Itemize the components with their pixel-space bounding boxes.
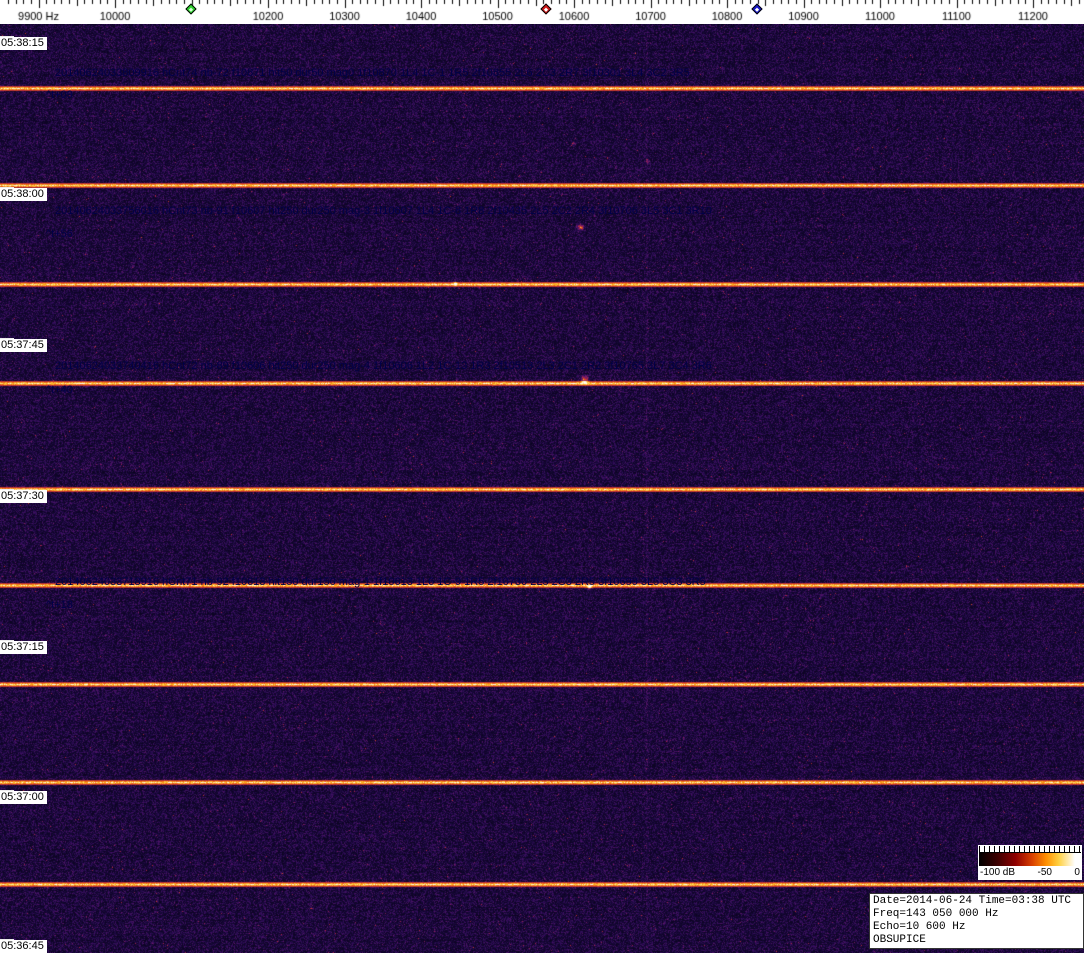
legend-mid-label: -50 xyxy=(1037,867,1052,878)
time-label: 05:37:45 xyxy=(0,339,47,352)
green-marker-center xyxy=(188,6,193,12)
legend-gradient-bar xyxy=(979,853,1081,866)
detection-text: 20140624033756016 hCnt73 nb-91 f10607 hi… xyxy=(55,205,712,217)
info-station-line: OBSUPICE xyxy=(873,934,926,946)
legend-tick-ruler xyxy=(979,846,1081,853)
detection-time-tag: ^t+09 xyxy=(46,89,73,101)
red-marker-center xyxy=(544,6,549,12)
detection-text: 20140624033740416 hCnt72 nb-89 f10606 hi… xyxy=(55,360,712,372)
detection-time-tag: ^t+40 xyxy=(46,384,73,396)
time-label: 05:36:45 xyxy=(0,940,47,953)
time-label: 05:38:15 xyxy=(0,37,47,50)
time-label: 05:37:15 xyxy=(0,641,47,654)
waterfall-spectrogram xyxy=(0,24,1084,953)
time-label: 05:37:00 xyxy=(0,791,47,804)
info-freq-line: Freq=143 050 000 Hz xyxy=(873,908,999,920)
legend-max-label: 0 xyxy=(1074,867,1080,878)
detection-time-tag: ^t+18 xyxy=(46,599,73,611)
detection-text: 20140624033718916 hCnt71 nb-92 f10613 hi… xyxy=(55,576,706,588)
time-label: 05:38:00 xyxy=(0,188,47,201)
detection-time-tag: ^t+56 xyxy=(46,228,73,240)
meteor-spectrogram-app: 05:38:15 05:38:00 05:37:45 05:37:30 05:37:15… xyxy=(0,0,1084,953)
color-scale-legend: -100 dB -50 0 xyxy=(978,845,1082,880)
frequency-ruler xyxy=(0,0,1084,24)
blue-marker-center xyxy=(754,6,759,12)
detection-text: 20140624033809916 hCnt74 nb-72 f10871 hi… xyxy=(55,67,690,79)
legend-min-label: -100 dB xyxy=(980,867,1016,878)
time-label: 05:37:30 xyxy=(0,490,47,503)
legend-labels: -100 dB -50 0 xyxy=(979,866,1081,879)
observation-info-box: Date=2014-06-24 Time=03:38 UTC Freq=143 … xyxy=(869,893,1084,949)
info-echo-line: Echo=10 600 Hz xyxy=(873,921,966,933)
info-date-line: Date=2014-06-24 Time=03:38 UTC xyxy=(873,895,1072,907)
